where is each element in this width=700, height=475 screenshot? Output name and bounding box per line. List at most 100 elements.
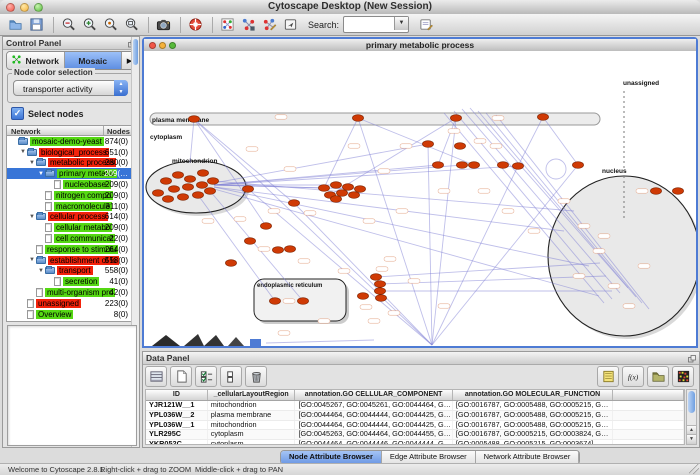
expand-triangle-icon[interactable]: ▼ (28, 257, 36, 263)
search-extra-icon[interactable] (417, 15, 436, 34)
expand-triangle-icon[interactable]: ▼ (28, 214, 36, 220)
graph-node[interactable] (260, 223, 271, 230)
tree-item-cellular-metabo[interactable]: cellular metabo209(0) (7, 222, 137, 233)
graph-node[interactable] (357, 293, 368, 300)
tree-item-mosaic-demo-yeast[interactable]: mosaic-demo-yeast874(0) (7, 136, 137, 147)
column-header[interactable]: annotation.GO CELLULAR_COMPONENT (295, 390, 452, 400)
graph-node[interactable] (330, 196, 341, 203)
graph-node[interactable] (318, 185, 329, 192)
graph-node[interactable] (152, 190, 163, 197)
open-icon[interactable] (6, 15, 25, 34)
graph-node[interactable] (272, 247, 283, 254)
vizmapper-edit-icon[interactable] (260, 15, 279, 34)
table-row[interactable]: YPL036W__1mitochondrion[GO:0044464, GO:0… (146, 421, 684, 431)
graph-node[interactable] (572, 162, 583, 169)
graph-node[interactable] (162, 196, 173, 203)
graph-node[interactable] (352, 115, 363, 122)
graph-node[interactable] (348, 192, 359, 199)
tree-item-nucleobase-[interactable]: nucleobase-209(0) (7, 179, 137, 190)
graph-node[interactable] (374, 281, 385, 288)
graph-node[interactable] (537, 114, 548, 121)
graph-node[interactable] (197, 170, 208, 177)
search-input[interactable]: ▼ (343, 16, 409, 33)
birdseye-overview-panel[interactable] (7, 325, 137, 446)
graph-node[interactable] (454, 143, 465, 150)
table-row[interactable]: YPL036W__2plasma membrane[GO:0044464, GO… (146, 411, 684, 421)
zoom-fit-icon[interactable] (122, 15, 141, 34)
graph-node[interactable] (242, 186, 253, 193)
graph-node[interactable] (177, 194, 188, 201)
tree-item-macromolecule[interactable]: macromolecule311(0) (7, 201, 137, 212)
help-icon[interactable] (186, 15, 205, 34)
import-icon[interactable] (647, 366, 669, 387)
vizmapper-icon[interactable] (239, 15, 258, 34)
graph-node[interactable] (497, 162, 508, 169)
graph-node[interactable] (225, 260, 236, 267)
graph-node[interactable] (168, 186, 179, 193)
table-scrollbar[interactable]: ▲ ▼ (686, 389, 697, 445)
graph-node[interactable] (160, 178, 171, 185)
tree-item-overview[interactable]: Overview8(0) (7, 309, 137, 320)
tree-item-transport[interactable]: ▼transport558(0) (7, 266, 137, 277)
matrix-icon[interactable] (672, 366, 694, 387)
tree-item-nitrogen-compo[interactable]: nitrogen compo209(0) (7, 190, 137, 201)
graph-node[interactable] (172, 172, 183, 179)
save-icon[interactable] (27, 15, 46, 34)
expand-triangle-icon[interactable]: ▼ (19, 149, 27, 155)
column-header[interactable]: ID (146, 390, 208, 400)
zoom-in-icon[interactable] (80, 15, 99, 34)
graph-node[interactable] (342, 184, 353, 191)
graph-node[interactable] (196, 182, 207, 189)
expand-triangle-icon[interactable]: ▼ (37, 171, 45, 177)
delete-attribute-icon[interactable] (245, 366, 267, 387)
graph-node[interactable] (468, 162, 479, 169)
tree-item-establishment-of-lo[interactable]: ▼establishment of lo558(0) (7, 255, 137, 266)
graph-node[interactable] (354, 186, 365, 193)
graph-node[interactable] (182, 184, 193, 191)
select-nodes-checkbox[interactable]: ✓ (11, 107, 24, 120)
table-row[interactable]: YJR121W__1mitochondrion[GO:0045267, GO:0… (146, 401, 684, 411)
graph-node[interactable] (432, 162, 443, 169)
graph-node[interactable] (288, 200, 299, 207)
tree-item-cell-communicat[interactable]: cell communicat22(0) (7, 233, 137, 244)
snapshot-icon[interactable] (154, 15, 173, 34)
function-icon[interactable]: f(x) (622, 366, 644, 387)
column-header[interactable]: annotation.GO MOLECULAR_FUNCTION (453, 390, 613, 400)
network-canvas[interactable]: plasma membranecytoplasmmitochondrionnuc… (144, 51, 696, 346)
resize-grip[interactable] (689, 464, 699, 474)
graph-node[interactable] (192, 192, 203, 199)
new-attribute-icon[interactable] (170, 366, 192, 387)
graph-node[interactable] (512, 163, 523, 170)
graph-node[interactable] (284, 246, 295, 253)
graph-node[interactable] (374, 288, 385, 295)
graph-node[interactable] (204, 188, 215, 195)
tree-item-response-to-stimulu[interactable]: response to stimulu264(0) (7, 244, 137, 255)
graph-node[interactable] (650, 188, 661, 195)
column-header[interactable] (613, 390, 684, 400)
table-row[interactable]: YLR295Ccytoplasm[GO:0045263, GO:0044464,… (146, 430, 684, 440)
zoom-out-icon[interactable] (59, 15, 78, 34)
graph-node[interactable] (672, 188, 683, 195)
notes-icon[interactable] (597, 366, 619, 387)
annotation-icon[interactable] (281, 15, 300, 34)
graph-node[interactable] (297, 298, 308, 305)
column-header[interactable]: _cellularLayoutRegion (208, 390, 296, 400)
tree-item-cellular-process[interactable]: ▼cellular process614(0) (7, 212, 137, 223)
graph-node[interactable] (244, 238, 255, 245)
table-scrollbar-thumb[interactable] (688, 391, 695, 413)
graph-node[interactable] (330, 182, 341, 189)
graph-node[interactable] (188, 116, 199, 123)
graph-node[interactable] (184, 176, 195, 183)
node-color-dropdown[interactable]: transporter activity ▲▼ (13, 80, 128, 96)
unselect-attributes-icon[interactable] (220, 366, 242, 387)
search-dropdown-icon[interactable]: ▼ (394, 17, 408, 30)
network-overview-icon[interactable] (218, 15, 237, 34)
graph-node[interactable] (336, 190, 347, 197)
graph-node[interactable] (370, 274, 381, 281)
tree-item-primary-metabo[interactable]: ▼primary metabo209(… (7, 168, 137, 179)
tree-scrollbar-thumb[interactable] (133, 39, 138, 65)
tree-item-multi-organism-pro[interactable]: multi-organism pro42(0) (7, 287, 137, 298)
graph-node[interactable] (422, 141, 433, 148)
graph-node[interactable] (269, 298, 280, 305)
table-row[interactable]: YKR052Ccytoplasm[GO:0044464, GO:0044446,… (146, 440, 684, 445)
